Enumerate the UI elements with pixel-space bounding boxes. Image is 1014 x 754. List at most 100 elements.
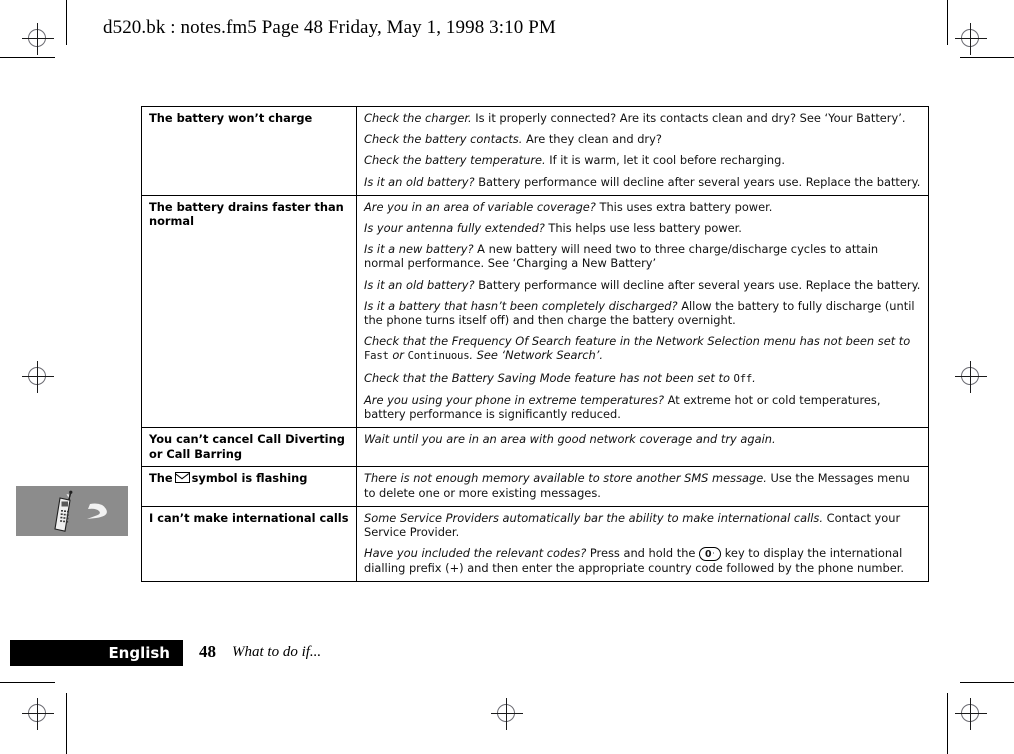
answer-question: Check the battery contacts. bbox=[364, 132, 523, 147]
answer-question: Check the charger. bbox=[364, 111, 472, 125]
registration-vline bbox=[37, 23, 38, 55]
answer-body: Are they clean and dry? bbox=[522, 132, 662, 147]
registration-vline bbox=[37, 361, 38, 393]
symptom-cell: I can’t make international calls bbox=[141, 505, 357, 582]
registration-hline bbox=[955, 376, 987, 377]
answer-question: There is not enough memory available to … bbox=[364, 471, 767, 486]
answer-question: Check the battery temperature. bbox=[364, 153, 546, 168]
symptom-suffix: symbol is flashing bbox=[191, 471, 308, 486]
registration-vline bbox=[37, 698, 38, 730]
registration-mark-right bbox=[955, 361, 987, 393]
answer-item: Wait until you are in an area with good … bbox=[364, 432, 921, 446]
page-canvas: d520.bk : notes.fm5 Page 48 Friday, May … bbox=[0, 0, 1014, 754]
table-row: The symbol is flashing There is not enoug… bbox=[141, 466, 929, 507]
table-row: The battery drains faster than normal Ar… bbox=[141, 194, 929, 429]
answer-body-before-key: Press and hold the bbox=[586, 546, 700, 561]
table-row: I can’t make international calls Some Se… bbox=[141, 505, 929, 582]
registration-hline bbox=[22, 38, 54, 39]
envelope-icon bbox=[174, 472, 190, 484]
answer-item: Check that the Battery Saving Mode featu… bbox=[364, 371, 921, 386]
registration-mark-bottom-center bbox=[491, 698, 523, 730]
registration-hline bbox=[22, 376, 54, 377]
zero-key-icon: 0· bbox=[699, 546, 722, 561]
zero-key-dot: · bbox=[712, 548, 716, 558]
trim-line-top-left-h bbox=[0, 57, 55, 58]
answer-question: Is it a new battery? bbox=[364, 242, 474, 257]
answer-item: Is it an old battery? Battery performanc… bbox=[364, 278, 921, 292]
symptom-cell: The symbol is flashing bbox=[141, 466, 357, 507]
answer-item: Check the battery temperature. If it is … bbox=[364, 153, 921, 167]
answer-mid: or bbox=[388, 348, 408, 363]
trim-line-bottom-left-h bbox=[0, 682, 55, 683]
answer-item: Have you included the relevant codes? Pr… bbox=[364, 546, 921, 575]
registration-vline bbox=[506, 698, 507, 730]
answer-cell: Some Service Providers automatically bar… bbox=[356, 505, 929, 582]
section-tab-marker bbox=[16, 486, 128, 536]
answer-question: Is it an old battery? bbox=[364, 277, 475, 292]
answer-item: Check the battery contacts. Are they cle… bbox=[364, 132, 921, 146]
table-row: You can’t cancel Call Diverting or Call … bbox=[141, 427, 929, 468]
answer-body: . bbox=[752, 370, 756, 385]
answer-item: Is your antenna fully extended? This hel… bbox=[364, 221, 921, 235]
answer-item: Check that the Frequency Of Search featu… bbox=[364, 334, 921, 363]
trim-line-bottom-left-v bbox=[66, 693, 67, 754]
document-header-line: d520.bk : notes.fm5 Page 48 Friday, May … bbox=[103, 17, 556, 38]
answer-body: Is it properly connected? Are its contac… bbox=[471, 111, 906, 125]
footer-page-number: 48 bbox=[199, 642, 216, 661]
answer-item: Are you using your phone in extreme temp… bbox=[364, 393, 921, 421]
answer-question: Check that the Frequency Of Search featu… bbox=[364, 334, 911, 349]
answer-item: Is it a new battery? A new battery will … bbox=[364, 242, 921, 270]
symptom-cell: The battery won’t charge bbox=[141, 106, 357, 196]
answer-item: There is not enough memory available to … bbox=[364, 471, 921, 499]
table-row: The battery won’t charge Check the charg… bbox=[141, 106, 929, 196]
symptom-prefix: The bbox=[149, 471, 173, 486]
menu-value-fast: Fast bbox=[364, 350, 389, 363]
answer-item: Some Service Providers automatically bar… bbox=[364, 511, 921, 539]
answer-body: This helps use less battery power. bbox=[544, 221, 742, 236]
answer-question: Check that the Battery Saving Mode featu… bbox=[364, 370, 734, 385]
answer-question: Are you using your phone in extreme temp… bbox=[364, 392, 665, 407]
registration-hline bbox=[22, 713, 54, 714]
answer-question: Is it a battery that hasn’t been complet… bbox=[364, 298, 678, 313]
trim-line-bottom-right-h bbox=[960, 682, 1014, 683]
answer-cell: Wait until you are in an area with good … bbox=[356, 427, 929, 468]
answer-question: Have you included the relevant codes? bbox=[364, 546, 587, 561]
trim-line-bottom-right-v bbox=[947, 693, 948, 754]
answer-body: Battery performance will decline after s… bbox=[474, 277, 921, 292]
registration-hline bbox=[955, 713, 987, 714]
registration-mark-bottom-left bbox=[22, 698, 54, 730]
answer-body: If it is warm, let it cool before rechar… bbox=[545, 153, 785, 168]
answer-item: Check the charger. Is it properly connec… bbox=[364, 111, 921, 125]
answer-question: Wait until you are in an area with good … bbox=[364, 432, 776, 447]
registration-mark-left bbox=[22, 361, 54, 393]
answer-question: Are you in an area of variable coverage? bbox=[364, 199, 596, 214]
answer-item: Is it an old battery? Battery performanc… bbox=[364, 175, 921, 189]
answer-cell: There is not enough memory available to … bbox=[356, 466, 929, 507]
registration-hline bbox=[491, 713, 523, 714]
registration-vline bbox=[970, 698, 971, 730]
registration-mark-top-right bbox=[955, 23, 987, 55]
answer-item: Are you in an area of variable coverage?… bbox=[364, 200, 921, 214]
answer-question: Some Service Providers automatically bar… bbox=[364, 510, 823, 525]
answer-question: Is it an old battery? bbox=[364, 174, 475, 189]
answer-question: Is your antenna fully extended? bbox=[364, 221, 545, 236]
registration-vline bbox=[970, 23, 971, 55]
answer-item: Is it a battery that hasn’t been complet… bbox=[364, 299, 921, 327]
answer-cell: Check the charger. Is it properly connec… bbox=[356, 106, 929, 196]
answer-body: Battery performance will decline after s… bbox=[474, 174, 921, 189]
troubleshooting-table: The battery won’t charge Check the charg… bbox=[141, 106, 929, 582]
trim-line-top-right-v bbox=[947, 0, 948, 45]
symptom-cell: The battery drains faster than normal bbox=[141, 194, 357, 429]
footer-section-title: What to do if... bbox=[232, 644, 322, 660]
menu-value-off: Off bbox=[733, 372, 753, 385]
registration-vline bbox=[970, 361, 971, 393]
answer-body: . See ‘Network Search’. bbox=[469, 348, 603, 363]
mobile-phone-icon bbox=[54, 490, 107, 532]
symptom-cell: You can’t cancel Call Diverting or Call … bbox=[141, 427, 357, 468]
registration-mark-bottom-right bbox=[955, 698, 987, 730]
registration-hline bbox=[955, 38, 987, 39]
trim-line-top-right-h bbox=[960, 57, 1014, 58]
trim-line-top-left-v bbox=[66, 0, 67, 45]
menu-value-continuous: Continuous bbox=[407, 350, 470, 363]
registration-mark-top-left bbox=[22, 23, 54, 55]
